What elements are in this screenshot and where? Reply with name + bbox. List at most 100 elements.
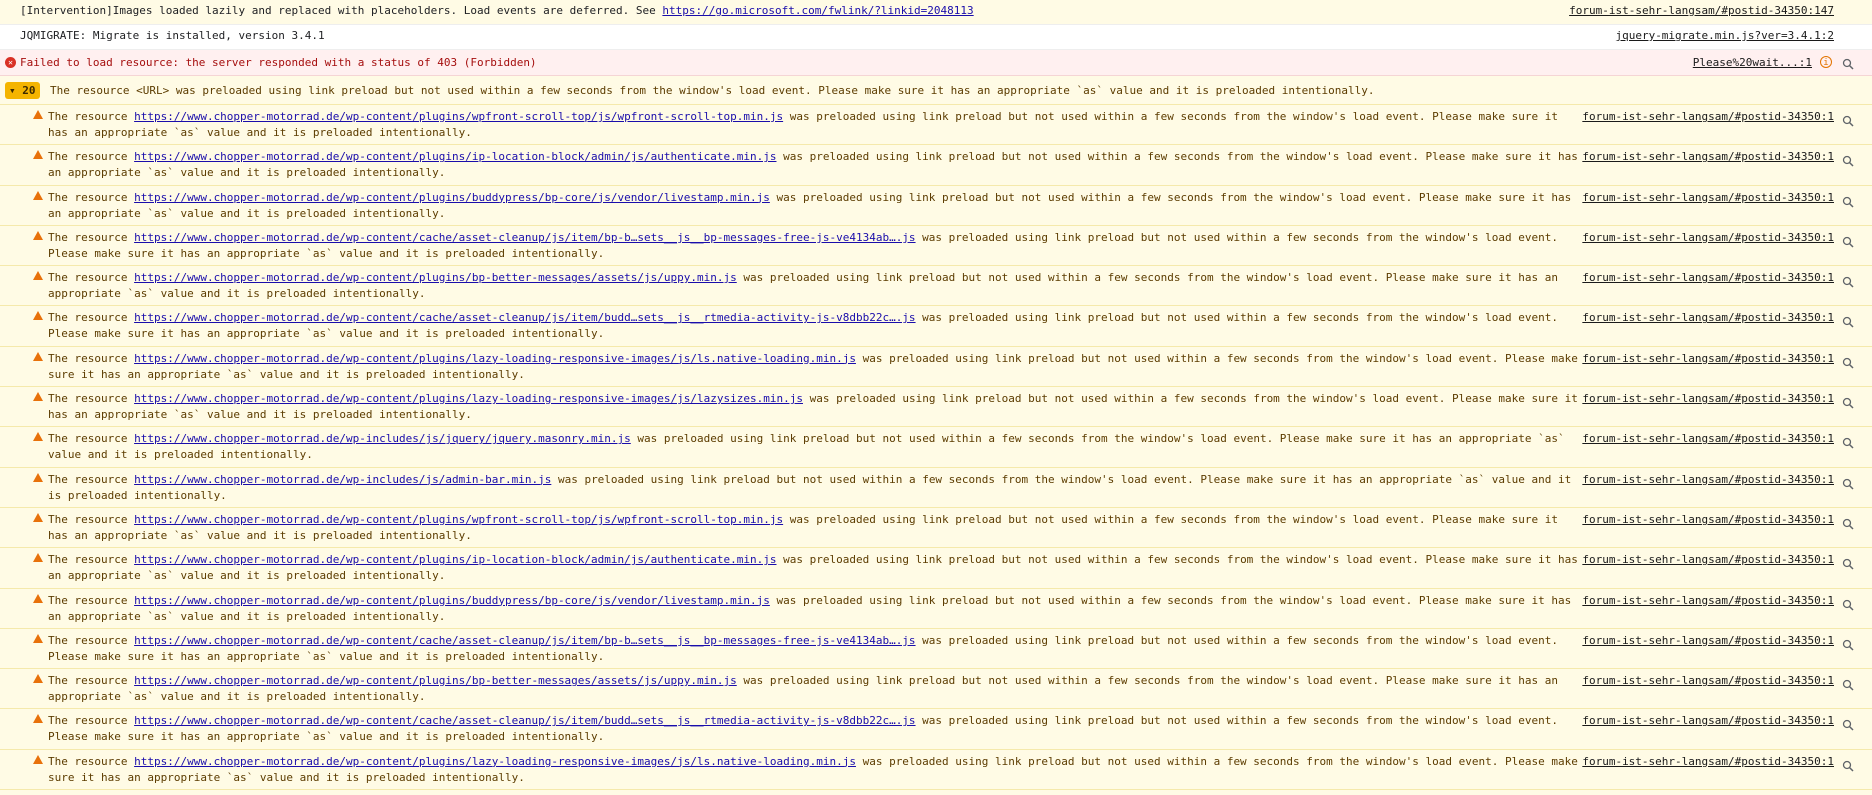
source-link[interactable]: forum-ist-sehr-langsam/#postid-34350:1 bbox=[1582, 270, 1834, 286]
source-link[interactable]: forum-ist-sehr-langsam/#postid-34350:1 bbox=[1582, 472, 1834, 488]
warning-icon bbox=[33, 271, 43, 281]
resource-link[interactable]: https://www.chopper-motorrad.de/wp-conte… bbox=[134, 110, 783, 123]
message-prefix: The resource bbox=[48, 271, 135, 285]
warning-icon bbox=[33, 230, 43, 240]
search-icon[interactable] bbox=[1842, 155, 1854, 167]
warning-icon bbox=[33, 553, 43, 563]
message-prefix: The resource bbox=[48, 150, 135, 164]
warning-message: The resource https://www.chopper-motorra… bbox=[0, 387, 1872, 428]
warning-group[interactable]: ▾ 20 The resource <URL> was preloaded us… bbox=[0, 76, 1872, 105]
source-link[interactable]: forum-ist-sehr-langsam/#postid-34350:1 bbox=[1582, 673, 1834, 689]
warning-message: The resource https://www.chopper-motorra… bbox=[0, 548, 1872, 589]
source-link[interactable]: forum-ist-sehr-langsam/#postid-34350:1 bbox=[1582, 190, 1834, 206]
warning-message: The resource https://www.chopper-motorra… bbox=[0, 467, 1872, 508]
source-link[interactable]: forum-ist-sehr-langsam/#postid-34350:1 bbox=[1582, 593, 1834, 609]
message-text: JQMIGRATE: Migrate is installed, version… bbox=[20, 29, 325, 42]
error-icon: ✕ bbox=[5, 57, 16, 68]
resource-link[interactable]: https://www.chopper-motorrad.de/wp-conte… bbox=[134, 311, 915, 324]
search-icon[interactable] bbox=[1842, 719, 1854, 731]
resource-link[interactable]: https://www.chopper-motorrad.de/wp-conte… bbox=[134, 594, 770, 607]
resource-link[interactable]: https://www.chopper-motorrad.de/wp-conte… bbox=[134, 513, 783, 526]
warning-message: The resource https://www.chopper-motorra… bbox=[0, 588, 1872, 629]
source-link[interactable]: forum-ist-sehr-langsam/#postid-34350:1 bbox=[1582, 754, 1834, 770]
warning-message: The resource https://www.chopper-motorra… bbox=[0, 749, 1872, 791]
search-icon[interactable] bbox=[1842, 58, 1854, 70]
search-icon[interactable] bbox=[1842, 357, 1854, 369]
source-link[interactable]: forum-ist-sehr-langsam/#postid-34350:1 bbox=[1582, 391, 1834, 407]
search-icon[interactable] bbox=[1842, 196, 1854, 208]
resource-link[interactable]: https://www.chopper-motorrad.de/wp-conte… bbox=[134, 150, 776, 163]
source-link[interactable]: forum-ist-sehr-langsam/#postid-34350:1 bbox=[1582, 552, 1834, 568]
warning-message: The resource https://www.chopper-motorra… bbox=[0, 145, 1872, 186]
resource-link[interactable]: https://www.chopper-motorrad.de/wp-inclu… bbox=[134, 473, 551, 486]
resource-link[interactable]: https://www.chopper-motorrad.de/wp-conte… bbox=[134, 553, 776, 566]
source-link[interactable]: forum-ist-sehr-langsam/#postid-34350:1 bbox=[1582, 230, 1834, 246]
warning-message: The resource https://www.chopper-motorra… bbox=[0, 628, 1872, 670]
message-prefix: The resource bbox=[48, 311, 135, 325]
resource-link[interactable]: https://www.chopper-motorrad.de/wp-conte… bbox=[134, 634, 915, 647]
source-link[interactable]: forum-ist-sehr-langsam/#postid-34350:1 bbox=[1582, 351, 1834, 367]
warning-icon bbox=[33, 150, 43, 160]
search-icon[interactable] bbox=[1842, 558, 1854, 570]
source-link[interactable]: forum-ist-sehr-langsam/#postid-34350:1 bbox=[1582, 310, 1834, 326]
warning-icon bbox=[33, 674, 43, 684]
search-icon[interactable] bbox=[1842, 276, 1854, 288]
message-text: [Intervention]Images loaded lazily and r… bbox=[20, 4, 663, 17]
message-prefix: The resource bbox=[48, 714, 135, 728]
source-link[interactable]: forum-ist-sehr-langsam/#postid-34350:1 bbox=[1582, 149, 1834, 165]
message-prefix: The resource bbox=[48, 553, 135, 567]
message-prefix: The resource bbox=[48, 392, 135, 406]
search-icon[interactable] bbox=[1842, 760, 1854, 772]
resource-link[interactable]: https://www.chopper-motorrad.de/wp-conte… bbox=[134, 755, 856, 768]
insights-icon[interactable]: i bbox=[1820, 56, 1832, 68]
search-icon[interactable] bbox=[1842, 437, 1854, 449]
resource-link[interactable]: https://www.chopper-motorrad.de/wp-conte… bbox=[134, 674, 737, 687]
warning-message: The resource https://www.chopper-motorra… bbox=[0, 105, 1872, 146]
source-link[interactable]: forum-ist-sehr-langsam/#postid-34350:147 bbox=[1569, 4, 1834, 17]
error-message: ✕ Failed to load resource: the server re… bbox=[0, 50, 1872, 76]
search-icon[interactable] bbox=[1842, 397, 1854, 409]
warning-message: The resource https://www.chopper-motorra… bbox=[0, 225, 1872, 267]
jqmigrate-message: JQMIGRATE: Migrate is installed, version… bbox=[0, 25, 1872, 50]
warning-message: The resource https://www.chopper-motorra… bbox=[0, 346, 1872, 388]
search-icon[interactable] bbox=[1842, 115, 1854, 127]
search-icon[interactable] bbox=[1842, 518, 1854, 530]
search-icon[interactable] bbox=[1842, 316, 1854, 329]
resource-link[interactable]: https://www.chopper-motorrad.de/wp-conte… bbox=[134, 191, 770, 204]
search-icon[interactable] bbox=[1842, 599, 1854, 611]
warning-icon bbox=[33, 714, 43, 724]
search-icon[interactable] bbox=[1842, 679, 1854, 691]
warning-message: The resource https://www.chopper-motorra… bbox=[0, 669, 1872, 710]
resource-link[interactable]: https://www.chopper-motorrad.de/wp-conte… bbox=[134, 392, 803, 405]
resource-link[interactable]: https://www.chopper-motorrad.de/wp-conte… bbox=[134, 271, 737, 284]
search-icon[interactable] bbox=[1842, 478, 1854, 490]
group-text: The resource <URL> was preloaded using l… bbox=[50, 84, 1375, 97]
intervention-message: [Intervention]Images loaded lazily and r… bbox=[0, 0, 1872, 25]
resource-link[interactable]: https://www.chopper-motorrad.de/wp-conte… bbox=[134, 231, 915, 244]
message-prefix: The resource bbox=[48, 633, 135, 647]
source-link[interactable]: forum-ist-sehr-langsam/#postid-34350:1 bbox=[1582, 633, 1834, 649]
warning-icon bbox=[33, 392, 43, 402]
warning-count-badge[interactable]: ▾ 20 bbox=[5, 82, 40, 99]
resource-link[interactable]: https://www.chopper-motorrad.de/wp-conte… bbox=[134, 714, 915, 727]
resource-link[interactable]: https://www.chopper-motorrad.de/wp-inclu… bbox=[134, 432, 631, 445]
message-link[interactable]: https://go.microsoft.com/fwlink/?linkid=… bbox=[662, 4, 973, 17]
source-link[interactable]: Please%20wait...:1 bbox=[1693, 56, 1812, 69]
source-link[interactable]: forum-ist-sehr-langsam/#postid-34350:1 bbox=[1582, 431, 1834, 447]
warning-message: The resource https://www.chopper-motorra… bbox=[0, 427, 1872, 468]
source-link[interactable]: forum-ist-sehr-langsam/#postid-34350:1 bbox=[1582, 713, 1834, 729]
message-prefix: The resource bbox=[48, 190, 135, 204]
warning-icon bbox=[33, 311, 43, 321]
warning-icon bbox=[33, 351, 43, 361]
source-link[interactable]: jquery-migrate.min.js?ver=3.4.1:2 bbox=[1615, 29, 1834, 42]
resource-link[interactable]: https://www.chopper-motorrad.de/wp-conte… bbox=[134, 352, 856, 365]
message-prefix: The resource bbox=[48, 351, 135, 365]
source-link[interactable]: forum-ist-sehr-langsam/#postid-34350:1 bbox=[1582, 109, 1834, 125]
search-icon[interactable] bbox=[1842, 236, 1854, 248]
warning-icon bbox=[33, 472, 43, 482]
warning-message: The resource https://www.chopper-motorra… bbox=[0, 709, 1872, 750]
message-prefix: The resource bbox=[48, 754, 135, 768]
warning-icon bbox=[33, 754, 43, 764]
source-link[interactable]: forum-ist-sehr-langsam/#postid-34350:1 bbox=[1582, 512, 1834, 528]
search-icon[interactable] bbox=[1842, 639, 1854, 651]
